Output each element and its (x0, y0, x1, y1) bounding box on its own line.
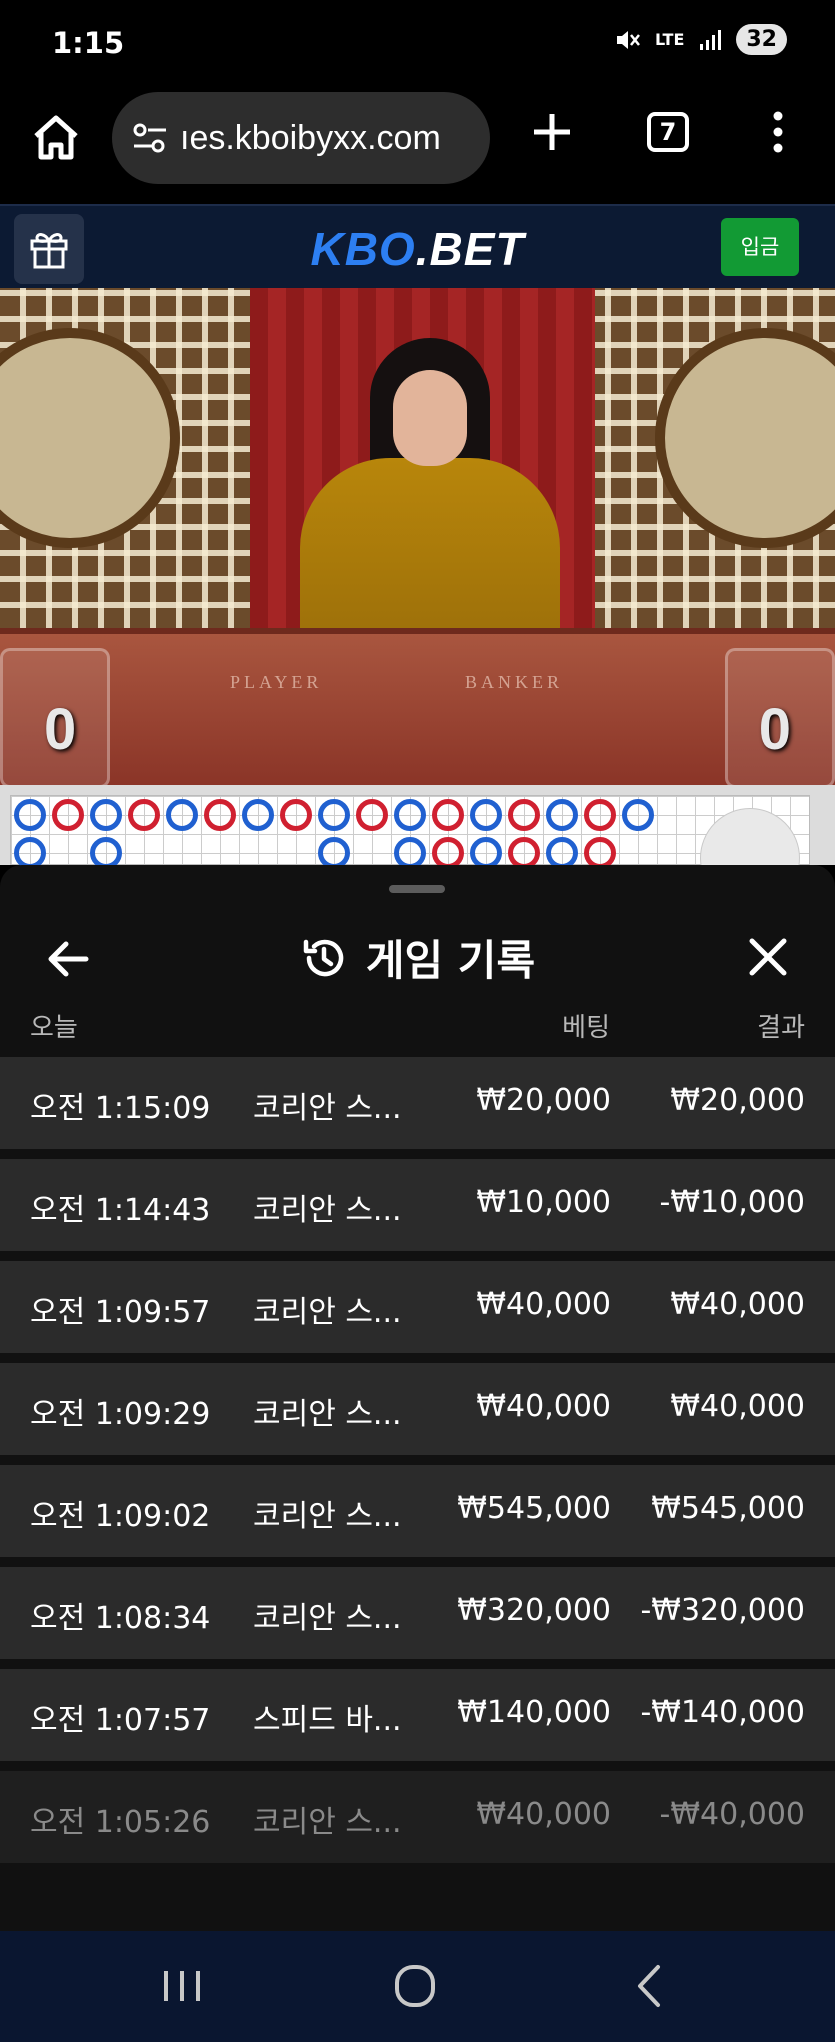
row-bet: ₩20,000 (476, 1083, 611, 1118)
row-game: 코리안 스... (253, 1499, 402, 1534)
site-settings-icon[interactable] (130, 118, 170, 158)
road-bead (546, 799, 578, 831)
column-header-date: 오늘 (30, 1013, 78, 1043)
row-bet: ₩10,000 (476, 1185, 611, 1220)
baccarat-table (0, 628, 835, 785)
row-bet: ₩40,000 (476, 1797, 611, 1832)
row-time: 오전 1:09:02 (30, 1499, 211, 1534)
row-bet: ₩40,000 (476, 1389, 611, 1424)
player-area-label: PLAYER (230, 672, 323, 692)
dealer-body (300, 458, 560, 648)
back-nav-icon[interactable] (620, 1961, 680, 2011)
row-time: 오전 1:08:34 (30, 1601, 211, 1636)
road-bead (280, 799, 312, 831)
row-game: 스피드 바... (253, 1703, 402, 1738)
history-icon (303, 939, 344, 976)
row-game: 코리안 스... (253, 1295, 402, 1330)
row-bet: ₩545,000 (457, 1491, 611, 1526)
row-result: ₩20,000 (670, 1083, 805, 1118)
row-game: 코리안 스... (253, 1193, 402, 1228)
tab-switcher-button[interactable]: 7 (647, 112, 689, 152)
row-time: 오전 1:07:57 (30, 1703, 211, 1738)
row-bet: ₩140,000 (457, 1695, 611, 1730)
status-bar: 1:15 LTE 32 (0, 0, 835, 88)
road-bead (90, 799, 122, 831)
row-time: 오전 1:09:57 (30, 1295, 211, 1330)
banker-score: 0 (758, 697, 791, 762)
history-row[interactable]: 오전 1:07:57 스피드 바... ₩140,000 -₩140,000 (0, 1669, 835, 1761)
row-result: -₩320,000 (640, 1593, 805, 1628)
history-row[interactable]: 오전 1:15:09 코리안 스... ₩20,000 ₩20,000 (0, 1057, 835, 1149)
road-bead (242, 799, 274, 831)
site-logo[interactable]: KBO.BET (0, 222, 835, 276)
row-game: 코리안 스... (253, 1601, 402, 1636)
recent-apps-icon[interactable] (152, 1961, 212, 2011)
url-bar[interactable]: ıes.kboibyxx.com (112, 92, 490, 184)
column-header-bet: 베팅 (562, 1013, 610, 1043)
row-result: ₩40,000 (670, 1389, 805, 1424)
dealer-face (393, 370, 467, 466)
history-row[interactable]: 오전 1:09:29 코리안 스... ₩40,000 ₩40,000 (0, 1363, 835, 1455)
home-nav-icon[interactable] (385, 1961, 445, 2011)
history-row[interactable]: 오전 1:09:02 코리안 스... ₩545,000 ₩545,000 (0, 1465, 835, 1557)
sheet-drag-handle[interactable] (389, 885, 445, 893)
row-bet: ₩40,000 (476, 1287, 611, 1322)
road-bead (128, 799, 160, 831)
history-row[interactable]: 오전 1:08:34 코리안 스... ₩320,000 -₩320,000 (0, 1567, 835, 1659)
history-row[interactable]: 오전 1:05:26 코리안 스... ₩40,000 -₩40,000 (0, 1771, 835, 1863)
history-row[interactable]: 오전 1:09:57 코리안 스... ₩40,000 ₩40,000 (0, 1261, 835, 1353)
row-result: -₩10,000 (659, 1185, 805, 1220)
game-history-sheet: 게임 기록 오늘 베팅 결과 오전 1:15:09 코리안 스... ₩20,0… (0, 865, 835, 1931)
road-bead (356, 799, 388, 831)
row-time: 오전 1:14:43 (30, 1193, 211, 1228)
history-row[interactable]: 오전 1:14:43 코리안 스... ₩10,000 -₩10,000 (0, 1159, 835, 1251)
road-bead (204, 799, 236, 831)
signal-icon (700, 29, 722, 50)
site-header: KBO.BET 입금 (0, 204, 835, 288)
sheet-title: 게임 기록 (365, 936, 536, 985)
road-bead (394, 799, 426, 831)
home-icon[interactable] (30, 112, 82, 164)
row-result: -₩40,000 (659, 1797, 805, 1832)
row-time: 오전 1:05:26 (30, 1805, 211, 1840)
battery-indicator: 32 (736, 24, 787, 55)
row-time: 오전 1:15:09 (30, 1091, 211, 1126)
lte-icon: LTE (654, 30, 685, 49)
deposit-button[interactable]: 입금 (721, 218, 799, 276)
row-result: ₩545,000 (651, 1491, 805, 1526)
row-result: -₩140,000 (640, 1695, 805, 1730)
banker-area-label: BANKER (465, 672, 564, 692)
row-game: 코리안 스... (253, 1397, 402, 1432)
road-bead (318, 799, 350, 831)
status-icons: LTE 32 (613, 24, 787, 55)
road-bead (14, 799, 46, 831)
mute-icon (616, 30, 640, 49)
close-icon[interactable] (744, 933, 792, 981)
road-bead (470, 799, 502, 831)
more-menu-icon[interactable] (768, 110, 788, 154)
road-bead (584, 799, 616, 831)
row-game: 코리안 스... (253, 1091, 402, 1126)
sheet-header: 게임 기록 (0, 909, 835, 1009)
row-game: 코리안 스... (253, 1805, 402, 1840)
row-time: 오전 1:09:29 (30, 1397, 211, 1432)
column-header-result: 결과 (757, 1013, 805, 1043)
row-result: ₩40,000 (670, 1287, 805, 1322)
status-time: 1:15 (52, 26, 125, 60)
url-text: ıes.kboibyxx.com (180, 118, 441, 157)
road-bead (622, 799, 654, 831)
row-bet: ₩320,000 (457, 1593, 611, 1628)
road-bead (52, 799, 84, 831)
browser-toolbar: ıes.kboibyxx.com 7 (0, 88, 835, 204)
sheet-title-group: 게임 기록 (0, 927, 835, 988)
live-dealer-video[interactable]: PLAYER BANKER 0 0 (0, 288, 835, 785)
road-bead (508, 799, 540, 831)
road-bead (432, 799, 464, 831)
player-score: 0 (44, 697, 77, 762)
new-tab-icon[interactable] (530, 110, 574, 154)
road-bead (166, 799, 198, 831)
system-navigation-bar (0, 1931, 835, 2042)
